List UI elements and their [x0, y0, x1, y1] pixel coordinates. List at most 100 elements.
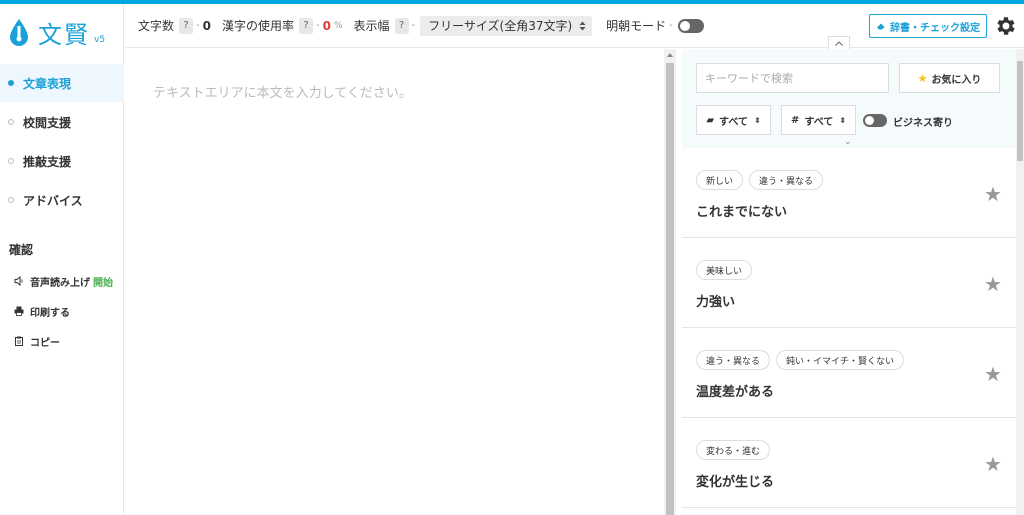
tag[interactable]: 変わる・進む: [696, 440, 771, 460]
dot-icon: [8, 158, 14, 164]
dot-icon: [8, 197, 14, 203]
dictionary-settings-label: 辞書・チェック設定: [890, 22, 980, 34]
sidebar-item-proofreading[interactable]: 校閲支援: [0, 103, 124, 141]
copy-label: コピー: [30, 337, 60, 349]
tag[interactable]: 美味しい: [696, 260, 753, 280]
favorite-star-icon[interactable]: ★: [984, 274, 1002, 294]
printer-icon: [14, 306, 24, 316]
favorite-star-icon[interactable]: ★: [984, 454, 1002, 474]
updown-icon: ⬍: [839, 115, 846, 125]
scroll-up-icon[interactable]: [667, 53, 673, 57]
sidebar-item-polishing[interactable]: 推敲支援: [0, 142, 124, 180]
tag-filter-select[interactable]: # すべて ⬍: [781, 105, 856, 135]
result-list: 新しい 違う・異なる これまでにない ★ 美味しい 力強い ★ 違う・異なる 鈍…: [682, 148, 1016, 508]
panel-scrollbar-thumb[interactable]: [1017, 61, 1023, 161]
eraser-icon: [877, 23, 885, 30]
category-filter-select[interactable]: ▰ すべて ⬍: [696, 105, 771, 135]
width-label: 表示幅: [353, 19, 390, 33]
result-card[interactable]: 違う・異なる 鈍い・イマイチ・賢くない 温度差がある ★: [682, 328, 1016, 418]
print-item[interactable]: 印刷する: [14, 296, 113, 326]
sidebar-item-label: 文章表現: [23, 76, 72, 91]
business-toggle[interactable]: [863, 114, 887, 127]
display-width-select[interactable]: フリーサイズ(全角37文字): [420, 15, 593, 36]
display-width-value: フリーサイズ(全角37文字): [428, 19, 573, 33]
tag-list: 違う・異なる 鈍い・イマイチ・賢くない: [696, 350, 910, 370]
suggestion-panel: ★ お気に入り ▰ すべて ⬍ # すべて ⬍ ビジネス寄り ⌄ 新しい 違う・…: [682, 49, 1016, 515]
tag[interactable]: 違う・異なる: [696, 350, 771, 370]
char-count-label: 文字数: [138, 19, 175, 33]
print-label: 印刷する: [30, 307, 70, 319]
tag-list: 新しい 違う・異なる: [696, 170, 829, 190]
panel-scrollbar[interactable]: [1016, 49, 1024, 515]
panel-collapse-tab[interactable]: [828, 36, 850, 49]
read-aloud-item[interactable]: 音声読み上げ 開始: [14, 266, 113, 296]
separator: -: [196, 20, 200, 31]
updown-icon: ⬍: [753, 115, 761, 125]
mincho-mode-toggle[interactable]: [677, 18, 704, 33]
tag[interactable]: 鈍い・イマイチ・賢くない: [776, 350, 905, 370]
keyword-search-input[interactable]: [696, 63, 889, 93]
char-count-value: 0: [202, 18, 211, 33]
editor-placeholder: テキストエリアに本文を入力してください。: [153, 86, 412, 101]
kanji-rate-unit: %: [333, 20, 343, 31]
favorite-star-icon[interactable]: ★: [984, 364, 1002, 384]
text-editor-area[interactable]: テキストエリアに本文を入力してください。: [125, 49, 664, 515]
app-logo[interactable]: 文賢 v5: [8, 12, 105, 52]
business-label: ビジネス寄り: [893, 118, 953, 129]
copy-item[interactable]: コピー: [14, 326, 113, 356]
tag-filter-value: すべて: [804, 116, 834, 128]
tag-list: 美味しい: [696, 260, 758, 280]
active-dot-icon: [8, 80, 14, 86]
updown-icon: [579, 21, 586, 30]
tag[interactable]: 違う・異なる: [749, 170, 824, 190]
editor-scrollbar-thumb[interactable]: [666, 63, 674, 515]
chevron-down-icon[interactable]: ⌄: [844, 137, 852, 147]
mincho-mode-label: 明朝モード: [606, 19, 667, 33]
sidebar-nav: 文章表現 校閲支援 推敲支援 アドバイス: [0, 64, 124, 220]
confirm-heading: 確認: [9, 243, 34, 257]
result-word: これまでにない: [696, 205, 788, 220]
kanji-rate-help-button[interactable]: ?: [299, 17, 313, 34]
char-count-help-button[interactable]: ?: [179, 17, 194, 34]
speaker-icon: [14, 276, 23, 286]
sidebar-item-expression[interactable]: 文章表現: [0, 64, 124, 102]
sidebar-item-label: 推敲支援: [23, 154, 72, 169]
dot-icon: [8, 119, 14, 125]
chevron-up-icon: [835, 40, 843, 46]
separator: -: [316, 20, 320, 31]
read-aloud-start-link[interactable]: 開始: [93, 274, 113, 289]
clipboard-icon: [15, 336, 23, 346]
favorites-label: お気に入り: [931, 74, 982, 86]
category-filter-value: すべて: [719, 116, 748, 128]
logo-text: 文賢: [38, 20, 90, 49]
result-word: 力強い: [696, 295, 736, 310]
dictionary-settings-button[interactable]: 辞書・チェック設定: [869, 14, 987, 38]
result-card[interactable]: 美味しい 力強い ★: [682, 238, 1016, 328]
separator: -: [669, 20, 673, 31]
hash-icon: #: [791, 114, 800, 126]
sidebar-item-advice[interactable]: アドバイス: [0, 181, 124, 219]
tag-list: 変わる・進む: [696, 440, 776, 460]
kanji-rate-value: 0: [322, 18, 331, 33]
star-icon: ★: [917, 71, 928, 85]
tag[interactable]: 新しい: [696, 170, 744, 190]
filter-area: ★ お気に入り ▰ すべて ⬍ # すべて ⬍ ビジネス寄り ⌄: [682, 49, 1016, 148]
result-card[interactable]: 変わる・進む 変化が生じる ★: [682, 418, 1016, 508]
separator: -: [411, 20, 416, 31]
gear-icon[interactable]: [994, 14, 1018, 38]
editor-scrollbar[interactable]: [664, 49, 676, 515]
favorites-button[interactable]: ★ お気に入り: [899, 63, 1000, 93]
folder-icon: ▰: [706, 114, 715, 126]
sidebar-item-label: アドバイス: [23, 193, 83, 208]
confirm-list: 音声読み上げ 開始 印刷する コピー: [14, 266, 113, 356]
result-word: 変化が生じる: [696, 475, 775, 490]
header-toolbar: 文字数 ? - 0 漢字の使用率 ? - 0 % 表示幅 ? - フリーサイズ(…: [125, 4, 1024, 48]
width-help-button[interactable]: ?: [394, 17, 409, 34]
app-version: v5: [94, 35, 106, 45]
result-word: 温度差がある: [696, 385, 775, 400]
result-card[interactable]: 新しい 違う・異なる これまでにない ★: [682, 148, 1016, 238]
favorite-star-icon[interactable]: ★: [984, 184, 1002, 204]
sidebar-item-label: 校閲支援: [23, 115, 72, 130]
kanji-rate-label: 漢字の使用率: [221, 19, 294, 33]
sidebar: 文賢 v5 文章表現 校閲支援 推敲支援 アドバイス 確認 音声読み上げ 開始: [0, 4, 124, 515]
